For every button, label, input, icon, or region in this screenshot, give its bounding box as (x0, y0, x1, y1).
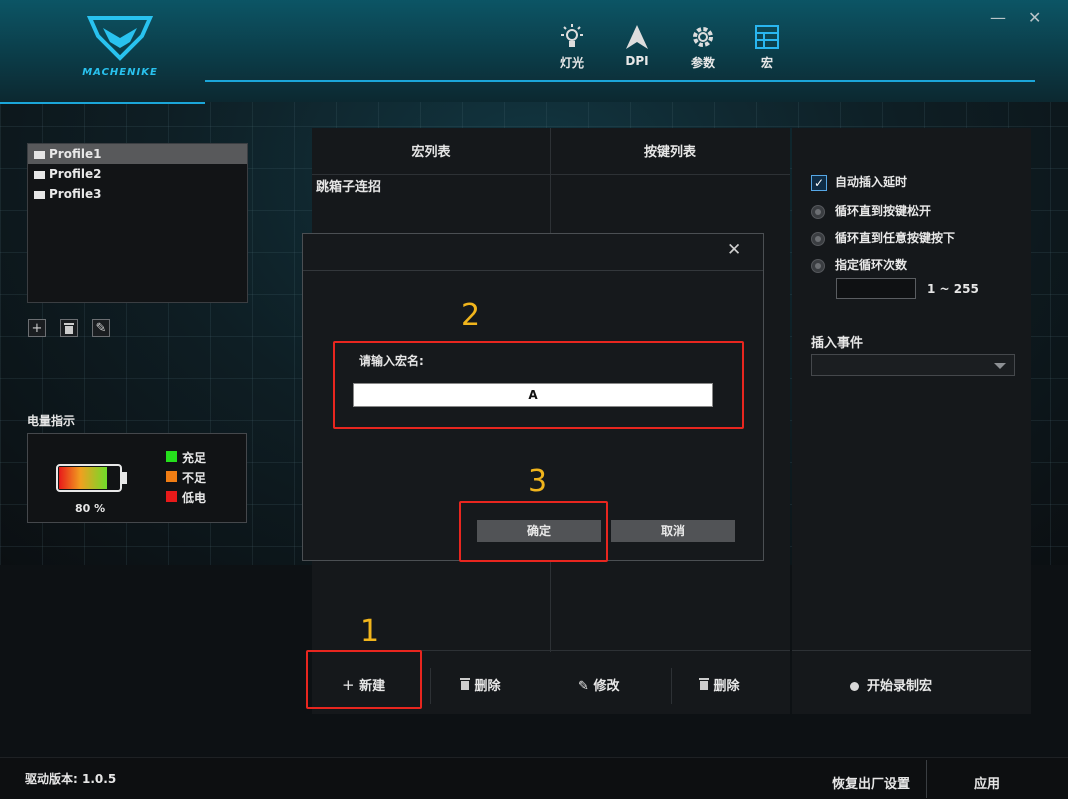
logo-icon (86, 16, 154, 61)
radio-icon (811, 204, 825, 219)
profile-list: Profile1 Profile2 Profile3 (27, 143, 248, 303)
factory-reset-button[interactable]: 恢复出厂设置 (832, 773, 910, 792)
battery-panel: 80 % 充足 不足 低电 (27, 433, 247, 523)
driver-version: 驱动版本: 1.0.5 (25, 770, 116, 787)
option-label: 自动插入延时 (835, 175, 908, 189)
trash-icon (460, 678, 470, 690)
chevron-down-icon (994, 363, 1006, 369)
cancel-button[interactable]: 取消 (611, 520, 735, 542)
button-label: 开始录制宏 (867, 679, 933, 694)
nav-lighting[interactable]: 灯光 (547, 24, 597, 71)
legend-low-label: 不足 (182, 471, 207, 485)
folder-icon (34, 170, 45, 179)
macro-list-item[interactable]: 跳箱子连招 (316, 176, 381, 195)
gear-icon (693, 27, 713, 47)
button-label: 修改 (593, 679, 620, 694)
header-accent-line (0, 102, 205, 104)
apply-button[interactable]: 应用 (974, 773, 1000, 792)
grid-icon (755, 25, 779, 49)
loop-count-radio[interactable]: 指定循环次数 (811, 256, 907, 273)
dialog-close-button[interactable]: ✕ (727, 240, 741, 260)
annotation-box-step2 (333, 341, 744, 429)
legend-full-swatch (166, 451, 177, 462)
record-dot-icon (850, 682, 859, 691)
delete-profile-button[interactable] (60, 319, 78, 337)
lightbulb-icon (561, 24, 583, 47)
edit-profile-button[interactable]: ✎ (92, 319, 110, 337)
nav-macro[interactable]: 宏 (742, 24, 792, 71)
legend-critical-label: 低电 (182, 491, 207, 505)
delete-key-button[interactable]: 删除 (699, 675, 740, 694)
header-accent-line (205, 80, 1035, 82)
profile-item[interactable]: Profile1 (28, 144, 247, 164)
dialog-titlebar (303, 234, 763, 271)
battery-icon (56, 464, 122, 492)
nav-label: DPI (625, 54, 649, 68)
nav-params[interactable]: 参数 (678, 24, 728, 71)
annotation-number: 3 (528, 464, 548, 499)
divider (430, 668, 431, 704)
profile-label: Profile1 (49, 147, 102, 161)
divider (671, 668, 672, 704)
insert-event-label: 插入事件 (811, 336, 864, 351)
annotation-box-step1 (306, 650, 422, 709)
legend-low-swatch (166, 471, 177, 482)
button-label: 删除 (713, 679, 740, 694)
button-label: 删除 (474, 679, 501, 694)
edit-macro-button[interactable]: ✎ 修改 (578, 675, 619, 694)
loop-count-input[interactable] (836, 278, 916, 299)
folder-icon (34, 150, 45, 159)
close-window-button[interactable]: ✕ (1028, 8, 1041, 27)
insert-event-dropdown[interactable] (811, 354, 1015, 376)
profile-item[interactable]: Profile2 (28, 164, 247, 184)
annotation-number: 2 (461, 298, 481, 333)
divider (792, 650, 1031, 651)
trash-icon (699, 678, 709, 690)
profile-label: Profile2 (49, 167, 102, 181)
check-icon: ✓ (811, 174, 827, 191)
loop-until-release-radio[interactable]: 循环直到按键松开 (811, 202, 931, 219)
nav-label: 宏 (760, 56, 773, 70)
auto-delay-checkbox[interactable]: ✓ 自动插入延时 (811, 173, 907, 191)
footer-bar: 驱动版本: 1.0.5 恢复出厂设置 应用 (0, 757, 1068, 799)
dpi-arrow-icon (626, 25, 648, 49)
macro-list-header: 宏列表 (411, 145, 451, 160)
delete-macro-button[interactable]: 删除 (460, 675, 501, 694)
battery-tip (122, 472, 127, 484)
option-label: 循环直到任意按键按下 (835, 231, 956, 245)
divider (312, 174, 790, 175)
version-value: 1.0.5 (82, 772, 117, 786)
battery-percent: 80 % (75, 502, 106, 515)
radio-icon (811, 231, 825, 246)
option-label: 循环直到按键松开 (835, 204, 932, 218)
radio-icon (811, 258, 825, 273)
brand-name: MACHENIKE (82, 67, 158, 78)
loop-until-any-key-radio[interactable]: 循环直到任意按键按下 (811, 229, 955, 246)
annotation-number: 1 (360, 614, 380, 649)
minimize-button[interactable]: — (990, 8, 1006, 27)
machenike-logo: MACHENIKE (70, 14, 170, 80)
nav-label: 参数 (690, 56, 715, 70)
add-profile-button[interactable]: + (28, 319, 46, 337)
battery-title: 电量指示 (27, 414, 76, 428)
nav-label: 灯光 (559, 56, 584, 70)
option-label: 指定循环次数 (835, 258, 908, 272)
annotation-box-step3 (459, 501, 608, 562)
profile-label: Profile3 (49, 187, 102, 201)
edit-icon: ✎ (578, 679, 589, 694)
divider (926, 760, 927, 798)
legend-full-label: 充足 (182, 451, 207, 465)
nav-dpi[interactable]: DPI (612, 24, 662, 68)
version-label: 驱动版本: (25, 772, 78, 786)
record-macro-button[interactable]: 开始录制宏 (850, 675, 932, 694)
legend-critical-swatch (166, 491, 177, 502)
trash-icon (64, 323, 74, 334)
key-list-header: 按键列表 (643, 145, 696, 160)
profile-item[interactable]: Profile3 (28, 184, 247, 204)
loop-count-range: 1 ~ 255 (927, 282, 979, 296)
folder-icon (34, 190, 45, 199)
